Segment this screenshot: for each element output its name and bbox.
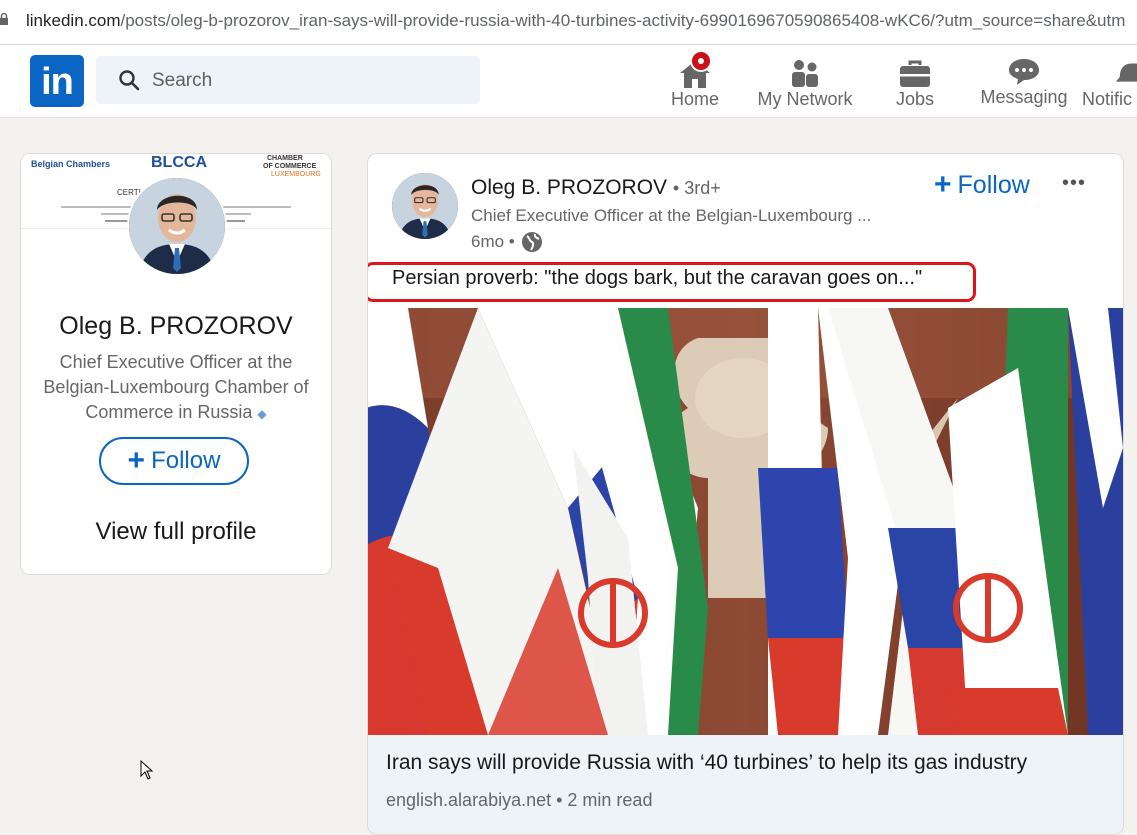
nav-messaging-label: Messaging bbox=[980, 87, 1068, 107]
diamond-icon: ◆ bbox=[257, 407, 267, 421]
post-author-name[interactable]: Oleg B. PROZOROV bbox=[471, 176, 667, 199]
url-host: linkedin.com bbox=[26, 11, 121, 30]
search-input[interactable] bbox=[150, 56, 454, 106]
profile-card: Belgian Chambers BLCCA CHAMBER OF COMMER… bbox=[20, 153, 332, 575]
url-text: linkedin.com/posts/oleg-b-prozorov_iran-… bbox=[26, 11, 1125, 31]
cert-logo-commerce: OF COMMERCE bbox=[263, 163, 317, 170]
url-path: /posts/oleg-b-prozorov_iran-says-will-pr… bbox=[120, 11, 1126, 30]
nav-jobs[interactable]: Jobs bbox=[884, 45, 946, 117]
cert-logo-blcca: BLCCA bbox=[151, 154, 207, 171]
search-box[interactable] bbox=[96, 56, 480, 106]
highlight-annotation bbox=[368, 262, 976, 302]
nav-home-label: Home bbox=[670, 89, 719, 109]
nav-notifications[interactable]: Notific bbox=[1082, 45, 1137, 117]
plus-icon: + bbox=[127, 444, 146, 477]
cert-logo-chamber: CHAMBER bbox=[267, 155, 303, 162]
plus-icon: + bbox=[934, 168, 952, 201]
linkedin-logo[interactable]: in bbox=[30, 55, 84, 107]
lock-icon bbox=[0, 13, 8, 25]
cert-logo-belgian-chambers: Belgian Chambers bbox=[31, 159, 111, 169]
people-icon bbox=[792, 60, 818, 87]
search-icon bbox=[119, 70, 140, 91]
profile-headline-text: Chief Executive Officer at the Belgian-L… bbox=[43, 352, 309, 422]
post-author-avatar[interactable] bbox=[392, 173, 458, 239]
briefcase-icon bbox=[900, 60, 930, 87]
person-portrait-icon bbox=[129, 178, 225, 274]
post-author-line: Oleg B. PROZOROV • 3rd+ bbox=[471, 176, 721, 200]
nav-my-network[interactable]: My Network bbox=[752, 45, 858, 117]
notification-badge bbox=[690, 50, 712, 72]
post-card: Oleg B. PROZOROV • 3rd+ Chief Executive … bbox=[367, 153, 1124, 835]
connection-degree: • 3rd+ bbox=[672, 178, 721, 198]
profile-headline: Chief Executive Officer at the Belgian-L… bbox=[35, 350, 317, 427]
article-link-preview[interactable]: Iran says will provide Russia with ‘40 t… bbox=[368, 735, 1123, 834]
mouse-cursor-icon bbox=[140, 760, 154, 780]
person-portrait-icon bbox=[392, 173, 458, 239]
post-follow-label: Follow bbox=[957, 170, 1030, 199]
nav-my-network-label: My Network bbox=[757, 89, 853, 109]
post-meta: 6mo • bbox=[471, 231, 543, 253]
top-nav: in Home My Network Jobs Messaging Notifi… bbox=[0, 45, 1137, 118]
globe-icon bbox=[521, 232, 542, 252]
nav-jobs-label: Jobs bbox=[895, 89, 935, 109]
bell-icon bbox=[1116, 63, 1137, 82]
nav-notifications-label: Notific bbox=[1082, 89, 1133, 109]
profile-follow-button[interactable]: + Follow bbox=[99, 437, 249, 485]
article-source: english.alarabiya.net • 2 min read bbox=[386, 790, 653, 810]
more-options-icon[interactable]: ••• bbox=[1062, 172, 1086, 195]
profile-name[interactable]: Oleg B. PROZOROV bbox=[21, 312, 331, 341]
view-full-profile-link[interactable]: View full profile bbox=[21, 518, 331, 546]
article-title[interactable]: Iran says will provide Russia with ‘40 t… bbox=[386, 751, 1027, 775]
profile-avatar[interactable] bbox=[127, 176, 227, 276]
nav-messaging[interactable]: Messaging bbox=[978, 45, 1070, 117]
nav-home[interactable]: Home bbox=[662, 45, 728, 117]
article-image[interactable] bbox=[368, 308, 1123, 735]
chat-icon bbox=[1009, 59, 1039, 85]
post-follow-button[interactable]: + Follow bbox=[934, 170, 1030, 200]
flags-photo bbox=[368, 308, 1123, 735]
post-time: 6mo • bbox=[471, 232, 515, 251]
profile-follow-label: Follow bbox=[151, 447, 221, 474]
browser-url-bar[interactable]: linkedin.com/posts/oleg-b-prozorov_iran-… bbox=[0, 0, 1137, 45]
cert-logo-luxembourg: LUXEMBOURG bbox=[271, 171, 321, 178]
post-author-headline: Chief Executive Officer at the Belgian-L… bbox=[471, 206, 872, 225]
